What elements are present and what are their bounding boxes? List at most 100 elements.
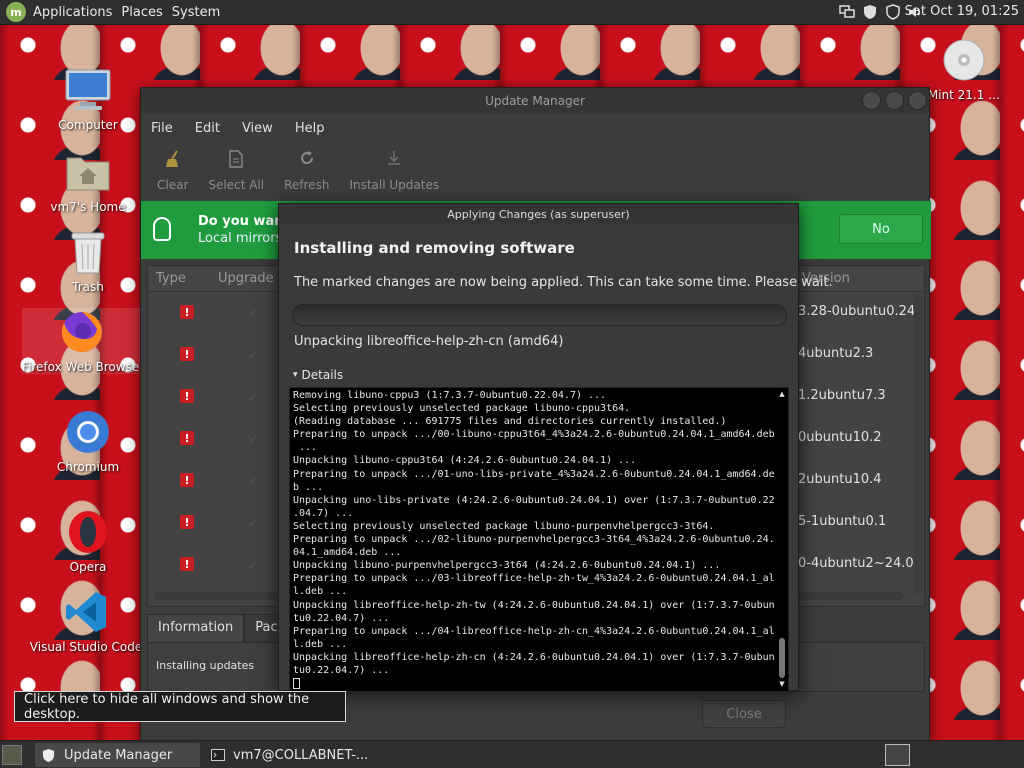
- upgrade-checkbox[interactable]: ✓: [248, 432, 258, 446]
- current-action: Unpacking libreoffice-help-zh-cn (amd64): [294, 334, 564, 349]
- banner-subtitle: Local mirrors: [198, 231, 283, 246]
- shield-icon: [41, 748, 56, 763]
- menu-system[interactable]: System: [172, 5, 229, 20]
- security-update-icon: !: [180, 389, 194, 403]
- terminal-line: Unpacking libreoffice-help-zh-tw (4:24.2…: [293, 599, 775, 611]
- network-icon[interactable]: [838, 3, 855, 20]
- home-folder-icon: [64, 148, 112, 196]
- toolbar: Clear Select All Refresh Install Updates: [141, 143, 929, 198]
- upgrade-checkbox[interactable]: ✓: [248, 390, 258, 404]
- scroll-thumb[interactable]: [779, 638, 785, 678]
- menu-edit[interactable]: Edit: [195, 121, 220, 136]
- mint-logo-icon[interactable]: m: [6, 2, 26, 22]
- desktop-icon-vscode[interactable]: Visual Studio Code: [26, 588, 146, 654]
- terminal-line: (Reading database ... 691775 files and d…: [293, 416, 727, 428]
- menu-help[interactable]: Help: [295, 121, 325, 136]
- security-update-icon: !: [180, 473, 194, 487]
- desktop-icon-home[interactable]: vm7's Home: [28, 148, 148, 214]
- desktop-icon-computer[interactable]: Computer: [28, 66, 148, 132]
- menu-applications[interactable]: Applications: [33, 5, 121, 20]
- install-updates-button[interactable]: Install Updates: [349, 150, 439, 192]
- row-version: 0-4ubuntu2~24.04: [798, 556, 922, 571]
- terminal-icon: [210, 748, 225, 763]
- details-expander[interactable]: ▾ Details: [293, 368, 343, 382]
- scroll-up-icon[interactable]: ▲: [778, 390, 786, 398]
- terminal-line: Unpacking uno-libs-private (4:24.2.6-0ub…: [293, 494, 775, 506]
- refresh-label: Refresh: [284, 178, 330, 192]
- desktop-icon-trash[interactable]: Trash: [28, 228, 148, 294]
- opera-icon: [64, 508, 112, 556]
- terminal-line: Unpacking libuno-purpenvhelpergcc3-3t64 …: [293, 560, 721, 572]
- desktop-icon-label: Visual Studio Code: [29, 640, 143, 654]
- install-updates-label: Install Updates: [349, 178, 440, 192]
- row-version: 4ubuntu2.3: [798, 346, 874, 361]
- window-titlebar[interactable]: Update Manager: [141, 88, 929, 113]
- scroll-down-icon[interactable]: ▼: [778, 680, 786, 688]
- terminal-line: l.deb ...: [293, 638, 348, 650]
- row-version: 5-1ubuntu0.1: [798, 514, 887, 529]
- terminal-line: Selecting previously unselected package …: [293, 403, 631, 415]
- row-version: 1.2ubuntu7.3: [798, 388, 886, 403]
- upgrade-checkbox[interactable]: ✓: [248, 558, 258, 572]
- show-desktop-tooltip: Click here to hide all windows and show …: [14, 691, 346, 722]
- column-type[interactable]: Type: [156, 271, 186, 286]
- details-label: Details: [301, 368, 344, 382]
- dialog-heading: Installing and removing software: [294, 239, 575, 257]
- terminal-output[interactable]: Removing libuno-cppu3 (1:7.3.7-0ubuntu0.…: [289, 387, 789, 692]
- close-window-button[interactable]: [908, 91, 927, 110]
- column-upgrade[interactable]: Upgrade: [218, 271, 274, 286]
- upgrade-checkbox[interactable]: ✓: [248, 516, 258, 530]
- document-icon: [229, 150, 243, 172]
- upgrade-checkbox[interactable]: ✓: [248, 474, 258, 488]
- refresh-button[interactable]: Refresh: [284, 150, 329, 192]
- shield-icon-2[interactable]: [884, 3, 901, 20]
- desktop-icon-chromium[interactable]: Chromium: [28, 408, 148, 474]
- vscode-icon: [62, 588, 110, 636]
- applying-changes-dialog: Applying Changes (as superuser) Installi…: [278, 203, 833, 692]
- taskbar-item-terminal[interactable]: vm7@COLLABNET-...: [204, 743, 369, 767]
- disc-icon: [940, 36, 988, 84]
- desktop-icon-label: Chromium: [56, 460, 120, 474]
- progress-bar: [292, 304, 787, 326]
- menu-places[interactable]: Places: [121, 5, 171, 20]
- maximize-button[interactable]: [885, 91, 904, 110]
- status-text: Installing updates: [156, 659, 255, 672]
- taskbar-item-update-manager[interactable]: Update Manager: [35, 743, 200, 767]
- table-vertical-scrollbar[interactable]: [914, 294, 922, 594]
- shield-icon[interactable]: [861, 3, 878, 20]
- dialog-title: Applying Changes (as superuser): [447, 208, 630, 221]
- upgrade-checkbox[interactable]: ✓: [248, 348, 258, 362]
- close-button[interactable]: Close: [702, 700, 786, 728]
- security-update-icon: !: [180, 515, 194, 529]
- lightbulb-icon: [153, 217, 171, 241]
- clock[interactable]: Sat Oct 19, 01:25: [905, 4, 1019, 19]
- terminal-line: Unpacking libreoffice-help-zh-cn (4:24.2…: [293, 651, 775, 663]
- clear-button[interactable]: Clear: [157, 150, 188, 192]
- desktop-icon-label: vm7's Home: [50, 200, 126, 214]
- terminal-scrollbar[interactable]: ▲ ▼: [778, 390, 786, 688]
- menu-view[interactable]: View: [242, 121, 273, 136]
- chromium-icon: [64, 408, 112, 456]
- banner-no-button[interactable]: No: [839, 214, 923, 244]
- select-all-button[interactable]: Select All: [208, 150, 264, 192]
- window-title: Update Manager: [485, 93, 585, 108]
- terminal-line: Unpacking libuno-cppu3t64 (4:24.2.6-0ubu…: [293, 455, 637, 467]
- dialog-titlebar[interactable]: Applying Changes (as superuser): [279, 204, 798, 225]
- terminal-cursor: [293, 677, 300, 689]
- minimize-button[interactable]: [862, 91, 881, 110]
- show-desktop-icon[interactable]: [2, 745, 22, 765]
- workspace-switcher[interactable]: [885, 744, 910, 766]
- terminal-line: l.deb ...: [293, 586, 348, 598]
- desktop-icon-opera[interactable]: Opera: [28, 508, 148, 574]
- desktop-icon-label: Computer: [58, 118, 118, 132]
- bottom-panel: Update Manager vm7@COLLABNET-...: [0, 740, 1024, 768]
- taskbar-item-label: vm7@COLLABNET-...: [233, 747, 369, 763]
- menu-bar: File Edit View Help: [141, 113, 929, 143]
- dialog-description: The marked changes are now being applied…: [294, 275, 833, 290]
- terminal-line: Preparing to unpack .../02-libuno-purpen…: [293, 534, 775, 546]
- desktop-icon-firefox[interactable]: Firefox Web Browser: [22, 308, 144, 374]
- tab-information[interactable]: Information: [147, 614, 245, 642]
- upgrade-checkbox[interactable]: ✓: [248, 306, 258, 320]
- clear-label: Clear: [157, 178, 189, 192]
- menu-file[interactable]: File: [151, 121, 173, 136]
